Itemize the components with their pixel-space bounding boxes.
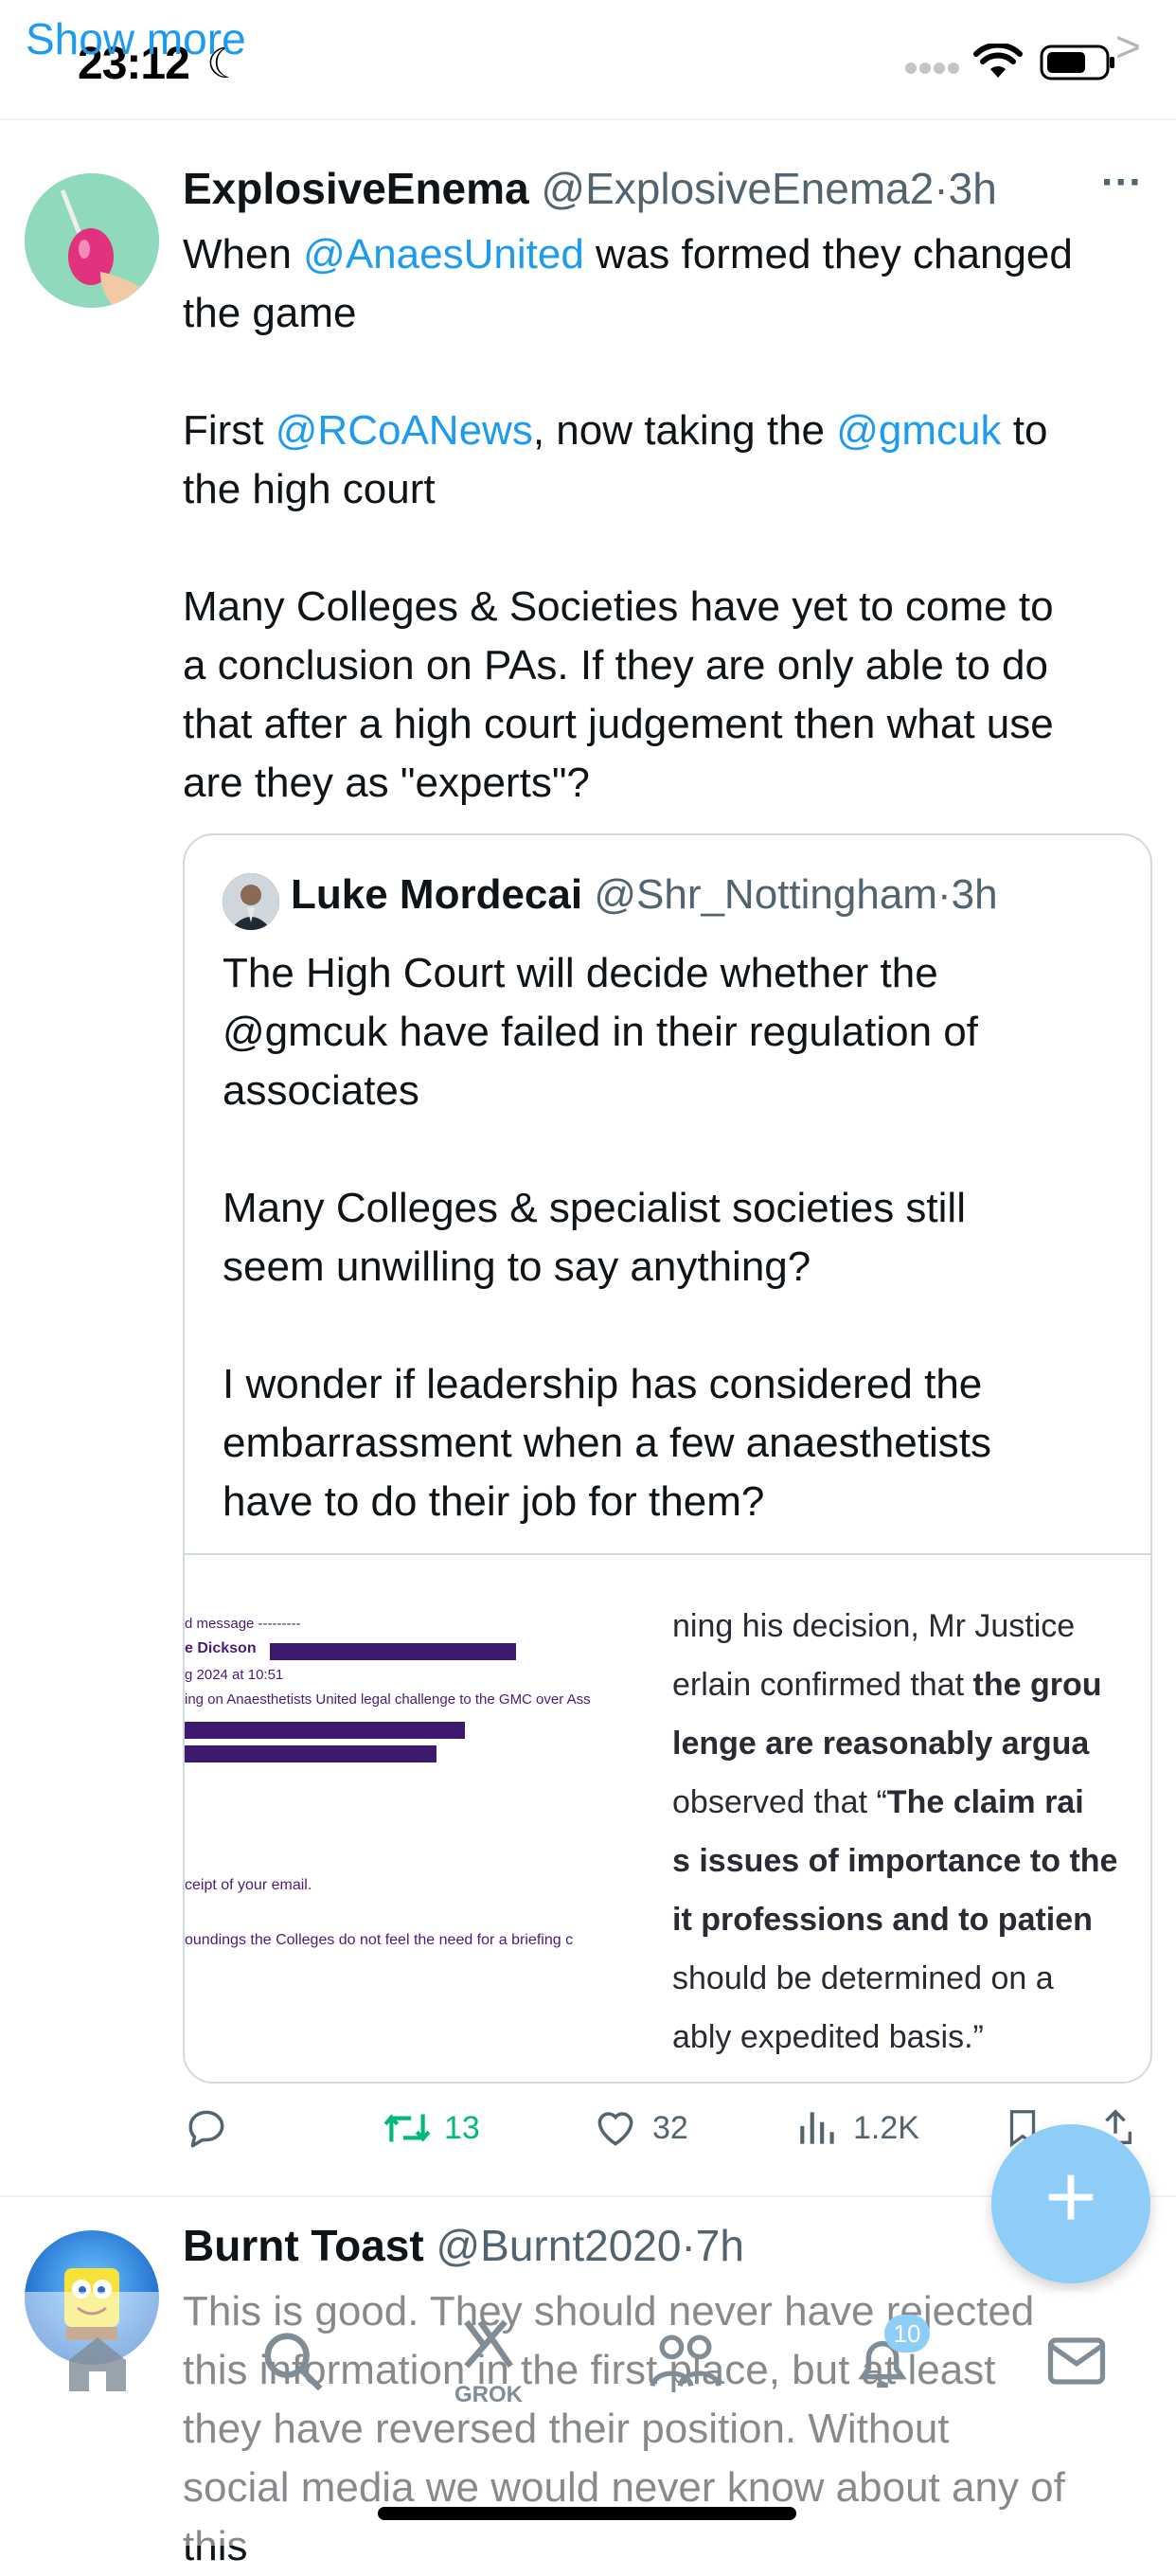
heart-icon: [597, 2112, 633, 2146]
ruling-line: s issues of importance to the: [672, 1843, 1118, 1879]
mention-rcoanews[interactable]: @RCoANews: [276, 407, 533, 454]
text-line: the game: [183, 290, 357, 336]
redaction-bar: [185, 1745, 437, 1762]
text-fragment: When: [183, 231, 304, 277]
display-name[interactable]: Luke Mordecai: [291, 871, 582, 918]
home-icon[interactable]: [62, 2332, 133, 2394]
text-line: I wonder if leadership has considered th…: [223, 1361, 983, 1407]
enema-bulb-image: [25, 173, 159, 308]
status-bar: 23:12 ☾ Show more >: [0, 0, 1176, 120]
ruling-excerpt-image[interactable]: ning his decision, Mr Justice erlain con…: [668, 1555, 1150, 2082]
email-line: e Dickson: [185, 1640, 257, 1656]
text-fragment: , now taking the: [532, 407, 837, 454]
plus-icon: +: [1043, 2146, 1098, 2247]
communities-icon[interactable]: [650, 2330, 722, 2392]
text-fragment: to: [1001, 407, 1048, 454]
home-indicator: [378, 2507, 796, 2520]
avatar: [223, 873, 279, 930]
ruling-line: should be determined on a: [672, 1960, 1054, 1996]
handle[interactable]: @Burnt2020: [436, 2221, 681, 2270]
text-fragment: was formed they changed: [583, 231, 1073, 277]
retweet-button[interactable]: 13: [382, 2104, 480, 2152]
ruling-line: ably expedited basis.”: [672, 2019, 984, 2055]
text-line: The High Court will decide whether the: [223, 950, 938, 996]
grok-label: GROK: [454, 2382, 523, 2407]
like-count: 32: [652, 2109, 688, 2146]
reply-icon: [188, 2110, 224, 2148]
separator: ·: [936, 871, 952, 918]
more-icon[interactable]: ···: [1101, 159, 1143, 206]
text-line: have to do their job for them?: [223, 1478, 765, 1525]
text-line: embarrassment when a few anaesthetists: [223, 1420, 991, 1466]
cellular-signal-icon: [905, 63, 959, 74]
ruling-fragment: the grou: [972, 1667, 1102, 1703]
text-line: associates: [223, 1067, 419, 1114]
email-line: ceipt of your email.: [185, 1877, 312, 1893]
email-line: d message ---------: [185, 1616, 301, 1632]
show-more-link[interactable]: Show more: [26, 13, 246, 64]
views-chart-icon: [800, 2112, 834, 2144]
ruling-fragment: observed that “: [672, 1784, 887, 1820]
text-line: Many Colleges & specialist societies sti…: [223, 1185, 966, 1231]
text-line: a conclusion on PAs. If they are only ab…: [183, 642, 1048, 689]
battery-icon: [1040, 45, 1114, 80]
wifi-icon: [973, 44, 1023, 78]
ruling-line: it professions and to patien: [672, 1902, 1093, 1938]
views-count: 1.2K: [853, 2109, 919, 2146]
text-line: are they as "experts"?: [183, 760, 590, 806]
display-name[interactable]: Burnt Toast: [183, 2221, 424, 2270]
text-line: @gmcuk have failed in their regulation o…: [223, 1009, 978, 1055]
handle[interactable]: @ExplosiveEnema2: [541, 164, 934, 213]
quote-header: Luke Mordecai @Shr_Nottingham·3h: [291, 871, 998, 919]
compose-button[interactable]: +: [991, 2124, 1150, 2283]
ruling-line: lenge are reasonably argua: [672, 1726, 1090, 1762]
tweet-header: ExplosiveEnema @ExplosiveEnema2·3h: [183, 163, 997, 214]
mention-anaesunited[interactable]: @AnaesUnited: [303, 231, 584, 277]
timestamp[interactable]: 3h: [949, 164, 997, 213]
messages-icon[interactable]: [1045, 2334, 1108, 2388]
tweet-header: Burnt Toast @Burnt2020·7h: [183, 2220, 744, 2271]
reply-button[interactable]: [183, 2104, 230, 2152]
separator: ·: [934, 164, 949, 213]
redaction-bar: [185, 1722, 465, 1739]
grok-icon: [464, 2319, 513, 2369]
redaction-bar: [270, 1643, 516, 1660]
text-line: seem unwilling to say anything?: [223, 1243, 811, 1290]
timestamp[interactable]: 7h: [696, 2221, 744, 2270]
email-line: oundings the Colleges do not feel the ne…: [185, 1932, 574, 1948]
email-line: ing on Anaesthetists United legal challe…: [185, 1691, 591, 1708]
handle[interactable]: @Shr_Nottingham: [594, 871, 937, 918]
person-photo-image: [223, 873, 279, 930]
email-line: g 2024 at 10:51: [185, 1667, 284, 1683]
tab-notifications[interactable]: 10: [848, 2315, 930, 2396]
chevron-right-icon: >: [1115, 22, 1141, 71]
retweet-icon: [383, 2114, 431, 2142]
retweet-count: 13: [444, 2109, 480, 2146]
separator: ·: [681, 2221, 696, 2270]
tab-grok[interactable]: GROK: [454, 2311, 523, 2407]
quote-body: The High Court will decide whether the @…: [223, 944, 1131, 1531]
notification-badge: 10: [884, 2315, 930, 2352]
tweet-body: When @AnaesUnited was formed they change…: [183, 225, 1158, 813]
text-line: Many Colleges & Societies have yet to co…: [183, 583, 1054, 630]
timestamp: 3h: [951, 871, 998, 918]
views-button[interactable]: 1.2K: [794, 2104, 919, 2152]
avatar[interactable]: [25, 173, 159, 308]
email-screenshot-image[interactable]: d message --------- e Dickson g 2024 at …: [185, 1555, 663, 2082]
quoted-tweet-card[interactable]: Luke Mordecai @Shr_Nottingham·3h The Hig…: [183, 833, 1152, 2084]
text-fragment: First: [183, 407, 276, 454]
search-icon[interactable]: [259, 2328, 326, 2394]
text-line: the high court: [183, 466, 436, 512]
ruling-fragment: erlain confirmed that: [672, 1667, 973, 1703]
quote-media[interactable]: d message --------- e Dickson g 2024 at …: [185, 1553, 1150, 2082]
display-name[interactable]: ExplosiveEnema: [183, 164, 529, 213]
ruling-fragment: The claim rai: [886, 1784, 1084, 1820]
like-button[interactable]: 32: [592, 2104, 688, 2152]
text-line: that after a high court judgement then w…: [183, 701, 1054, 747]
mention-gmcuk[interactable]: @gmcuk: [836, 407, 1001, 454]
ruling-line: ning his decision, Mr Justice: [672, 1608, 1076, 1644]
